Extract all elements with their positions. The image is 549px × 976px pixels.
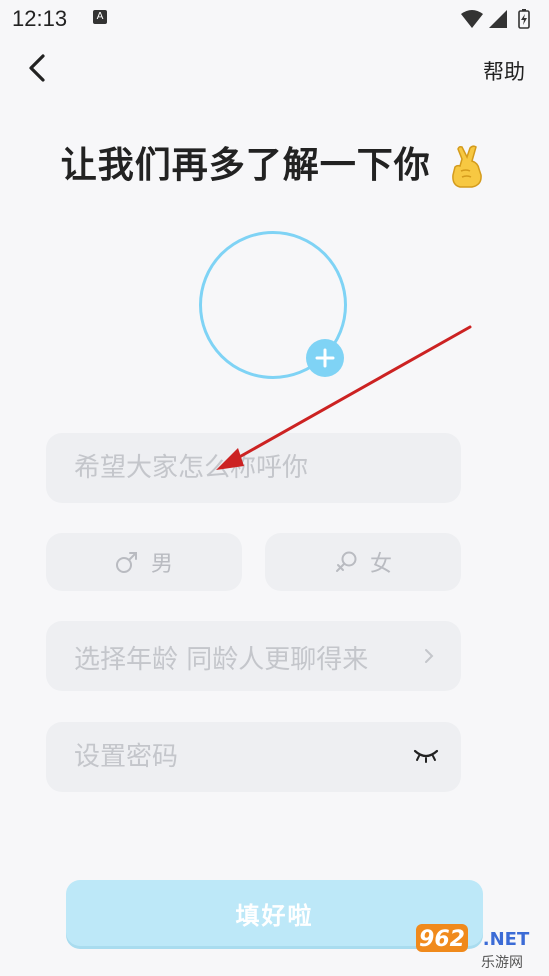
- help-button[interactable]: 帮助: [483, 56, 525, 86]
- male-icon: [115, 552, 137, 573]
- back-button[interactable]: [22, 50, 56, 86]
- plus-icon: [315, 348, 335, 368]
- status-bar: 12:13 A: [0, 0, 549, 36]
- status-icons: [461, 9, 530, 29]
- add-avatar-button[interactable]: [306, 339, 344, 377]
- svg-text:.NET: .NET: [483, 929, 530, 950]
- age-placeholder: 选择年龄 同龄人更聊得来: [74, 645, 369, 675]
- svg-text:乐游网: 乐游网: [481, 955, 523, 971]
- gender-female-button[interactable]: 女: [265, 533, 461, 591]
- age-select[interactable]: 选择年龄 同龄人更聊得来: [46, 621, 461, 691]
- back-arrow-icon: [29, 54, 45, 82]
- gender-male-label: 男: [150, 552, 173, 577]
- eye-closed-icon[interactable]: [413, 747, 439, 765]
- nickname-field[interactable]: [46, 433, 461, 503]
- password-field[interactable]: [46, 722, 461, 792]
- top-bar: 帮助: [0, 44, 549, 94]
- notification-icon: A: [93, 10, 107, 24]
- password-input[interactable]: [46, 722, 461, 792]
- signal-icon: [489, 10, 507, 28]
- gender-female-label: 女: [369, 552, 392, 577]
- page-title: 让我们再多了解一下你: [0, 136, 549, 189]
- gender-male-button[interactable]: 男: [46, 533, 242, 591]
- wifi-icon: [461, 10, 483, 28]
- nickname-input[interactable]: [46, 433, 461, 503]
- svg-text:962: 962: [419, 927, 465, 952]
- fingers-crossed-emoji: [452, 145, 483, 188]
- female-icon: [335, 551, 357, 572]
- chevron-right-icon: [425, 649, 434, 663]
- page-title-text: 让我们再多了解一下你: [60, 145, 431, 186]
- status-time: 12:13: [12, 6, 68, 31]
- watermark-logo: 962 .NET 乐游网: [416, 924, 530, 971]
